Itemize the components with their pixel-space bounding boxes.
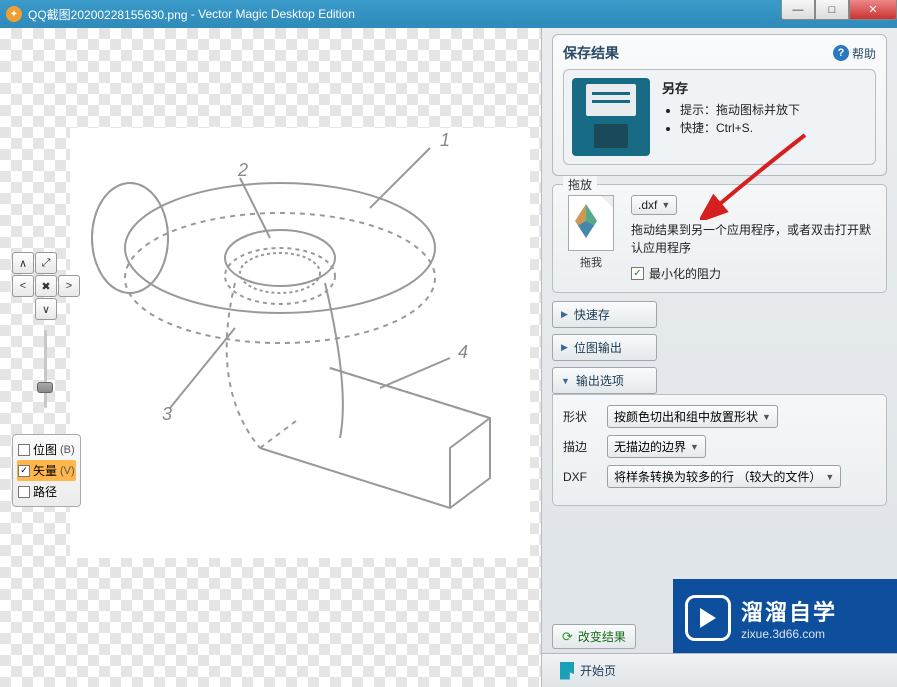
dxf-select[interactable]: 将样条转换为较多的行 （较大的文件） ▼ [607, 465, 841, 488]
vector-drawing: 1 2 3 4 [70, 128, 530, 558]
chevron-down-icon: ▼ [825, 472, 834, 482]
right-sidebar: 保存结果 ? 帮助 另存 提示：拖动图标并放下 快捷：Ctrl+S. [542, 28, 897, 687]
vector-label: 矢量 [33, 462, 57, 479]
drag-description: 拖动结果到另一个应用程序，或者双击打开默认应用程序 [631, 221, 876, 257]
svg-text:4: 4 [458, 342, 468, 362]
nav-down-button[interactable]: ∨ [35, 298, 57, 320]
chevron-down-icon: ▼ [762, 412, 771, 422]
help-icon: ? [833, 45, 849, 61]
vector-checkbox[interactable]: ✓ [18, 465, 30, 477]
layer-bitmap-row[interactable]: 位图 (B) [17, 439, 76, 460]
app-icon: ✦ [6, 6, 22, 22]
triangle-right-icon: ▶ [561, 342, 568, 353]
layer-vector-row[interactable]: ✓ 矢量 (V) [17, 460, 76, 481]
stroke-select[interactable]: 无描边的边界 ▼ [607, 435, 706, 458]
save-as-label: 另存 [662, 78, 800, 97]
chevron-down-icon: ▼ [661, 200, 670, 210]
minimize-button[interactable]: — [781, 0, 815, 20]
play-icon [685, 595, 731, 641]
path-checkbox[interactable] [18, 486, 30, 498]
output-options-button[interactable]: ▼ 输出选项 [552, 367, 657, 394]
save-tip: 提示：拖动图标并放下 [680, 101, 800, 119]
drag-file-icon[interactable] [568, 195, 614, 251]
chevron-down-icon: ▼ [690, 442, 699, 452]
zoom-slider-thumb[interactable] [37, 382, 53, 393]
start-page-button[interactable]: 开始页 [552, 659, 624, 683]
save-as-box: 另存 提示：拖动图标并放下 快捷：Ctrl+S. [563, 69, 876, 165]
dxf-label: DXF [563, 470, 597, 484]
flag-icon [560, 662, 574, 680]
change-result-button[interactable]: ⟳ 改变结果 [552, 624, 636, 649]
floppy-icon[interactable] [572, 78, 650, 156]
svg-text:3: 3 [162, 404, 172, 424]
quicksave-button[interactable]: ▶ 快速存 [552, 301, 657, 328]
shape-label: 形状 [563, 408, 597, 425]
triangle-down-icon: ▼ [561, 376, 570, 386]
bitmap-label: 位图 [33, 441, 57, 458]
title-bar: ✦ QQ截图20200228155630.png - Vector Magic … [0, 0, 897, 28]
layer-panel: 位图 (B) ✓ 矢量 (V) 路径 [12, 434, 81, 507]
title-appname: Vector Magic Desktop Edition [198, 7, 355, 21]
min-resist-row[interactable]: ✓ 最小化的阻力 [631, 265, 876, 282]
format-select[interactable]: .dxf ▼ [631, 195, 677, 215]
canvas-area[interactable]: 1 2 3 4 ∧ ⤢ < ✖ > ∨ 位图 (B) [0, 28, 542, 687]
vector-key: (V) [60, 465, 75, 477]
save-result-title: 保存结果 [563, 43, 619, 63]
nav-right-button[interactable]: > [58, 275, 80, 297]
stroke-label: 描边 [563, 438, 597, 455]
bitmap-checkbox[interactable] [18, 444, 30, 456]
drag-drop-group: 拖放 拖我 .dxf ▼ 拖动结果到另一个应用程序，或者双击打开默认应用程序 ✓… [552, 184, 887, 293]
bitmap-key: (B) [60, 444, 75, 456]
save-shortcut: 快捷：Ctrl+S. [680, 119, 800, 137]
title-filename: QQ截图20200228155630.png [28, 6, 187, 23]
bitmap-output-button[interactable]: ▶ 位图输出 [552, 334, 657, 361]
refresh-icon: ⟳ [562, 629, 573, 645]
bottom-bar: ⟳ 改变结果 开始页 [542, 653, 897, 687]
triangle-right-icon: ▶ [561, 309, 568, 320]
nav-left-button[interactable]: < [12, 275, 34, 297]
path-label: 路径 [33, 483, 57, 500]
drag-source[interactable]: 拖我 [563, 195, 619, 270]
output-options-panel: 形状 按颜色切出和组中放置形状 ▼ 描边 无描边的边界 ▼ DXF 将样条转换为… [552, 394, 887, 506]
watermark: 溜溜自学 zixue.3d66.com [673, 579, 897, 657]
layer-path-row[interactable]: 路径 [17, 481, 76, 502]
nav-fit-button[interactable]: ⤢ [35, 252, 57, 274]
drag-group-label: 拖放 [563, 176, 597, 193]
save-result-panel: 保存结果 ? 帮助 另存 提示：拖动图标并放下 快捷：Ctrl+S. [552, 34, 887, 176]
zoom-slider[interactable] [35, 330, 55, 408]
help-button[interactable]: ? 帮助 [833, 45, 876, 62]
nav-up-button[interactable]: ∧ [12, 252, 34, 274]
svg-text:2: 2 [237, 160, 248, 180]
shape-select[interactable]: 按颜色切出和组中放置形状 ▼ [607, 405, 778, 428]
svg-text:1: 1 [440, 130, 450, 150]
nav-pad: ∧ ⤢ < ✖ > ∨ [12, 252, 80, 320]
min-resist-checkbox[interactable]: ✓ [631, 267, 644, 280]
close-button[interactable]: ✕ [849, 0, 897, 20]
nav-reset-button[interactable]: ✖ [35, 275, 57, 297]
maximize-button[interactable]: □ [815, 0, 849, 20]
